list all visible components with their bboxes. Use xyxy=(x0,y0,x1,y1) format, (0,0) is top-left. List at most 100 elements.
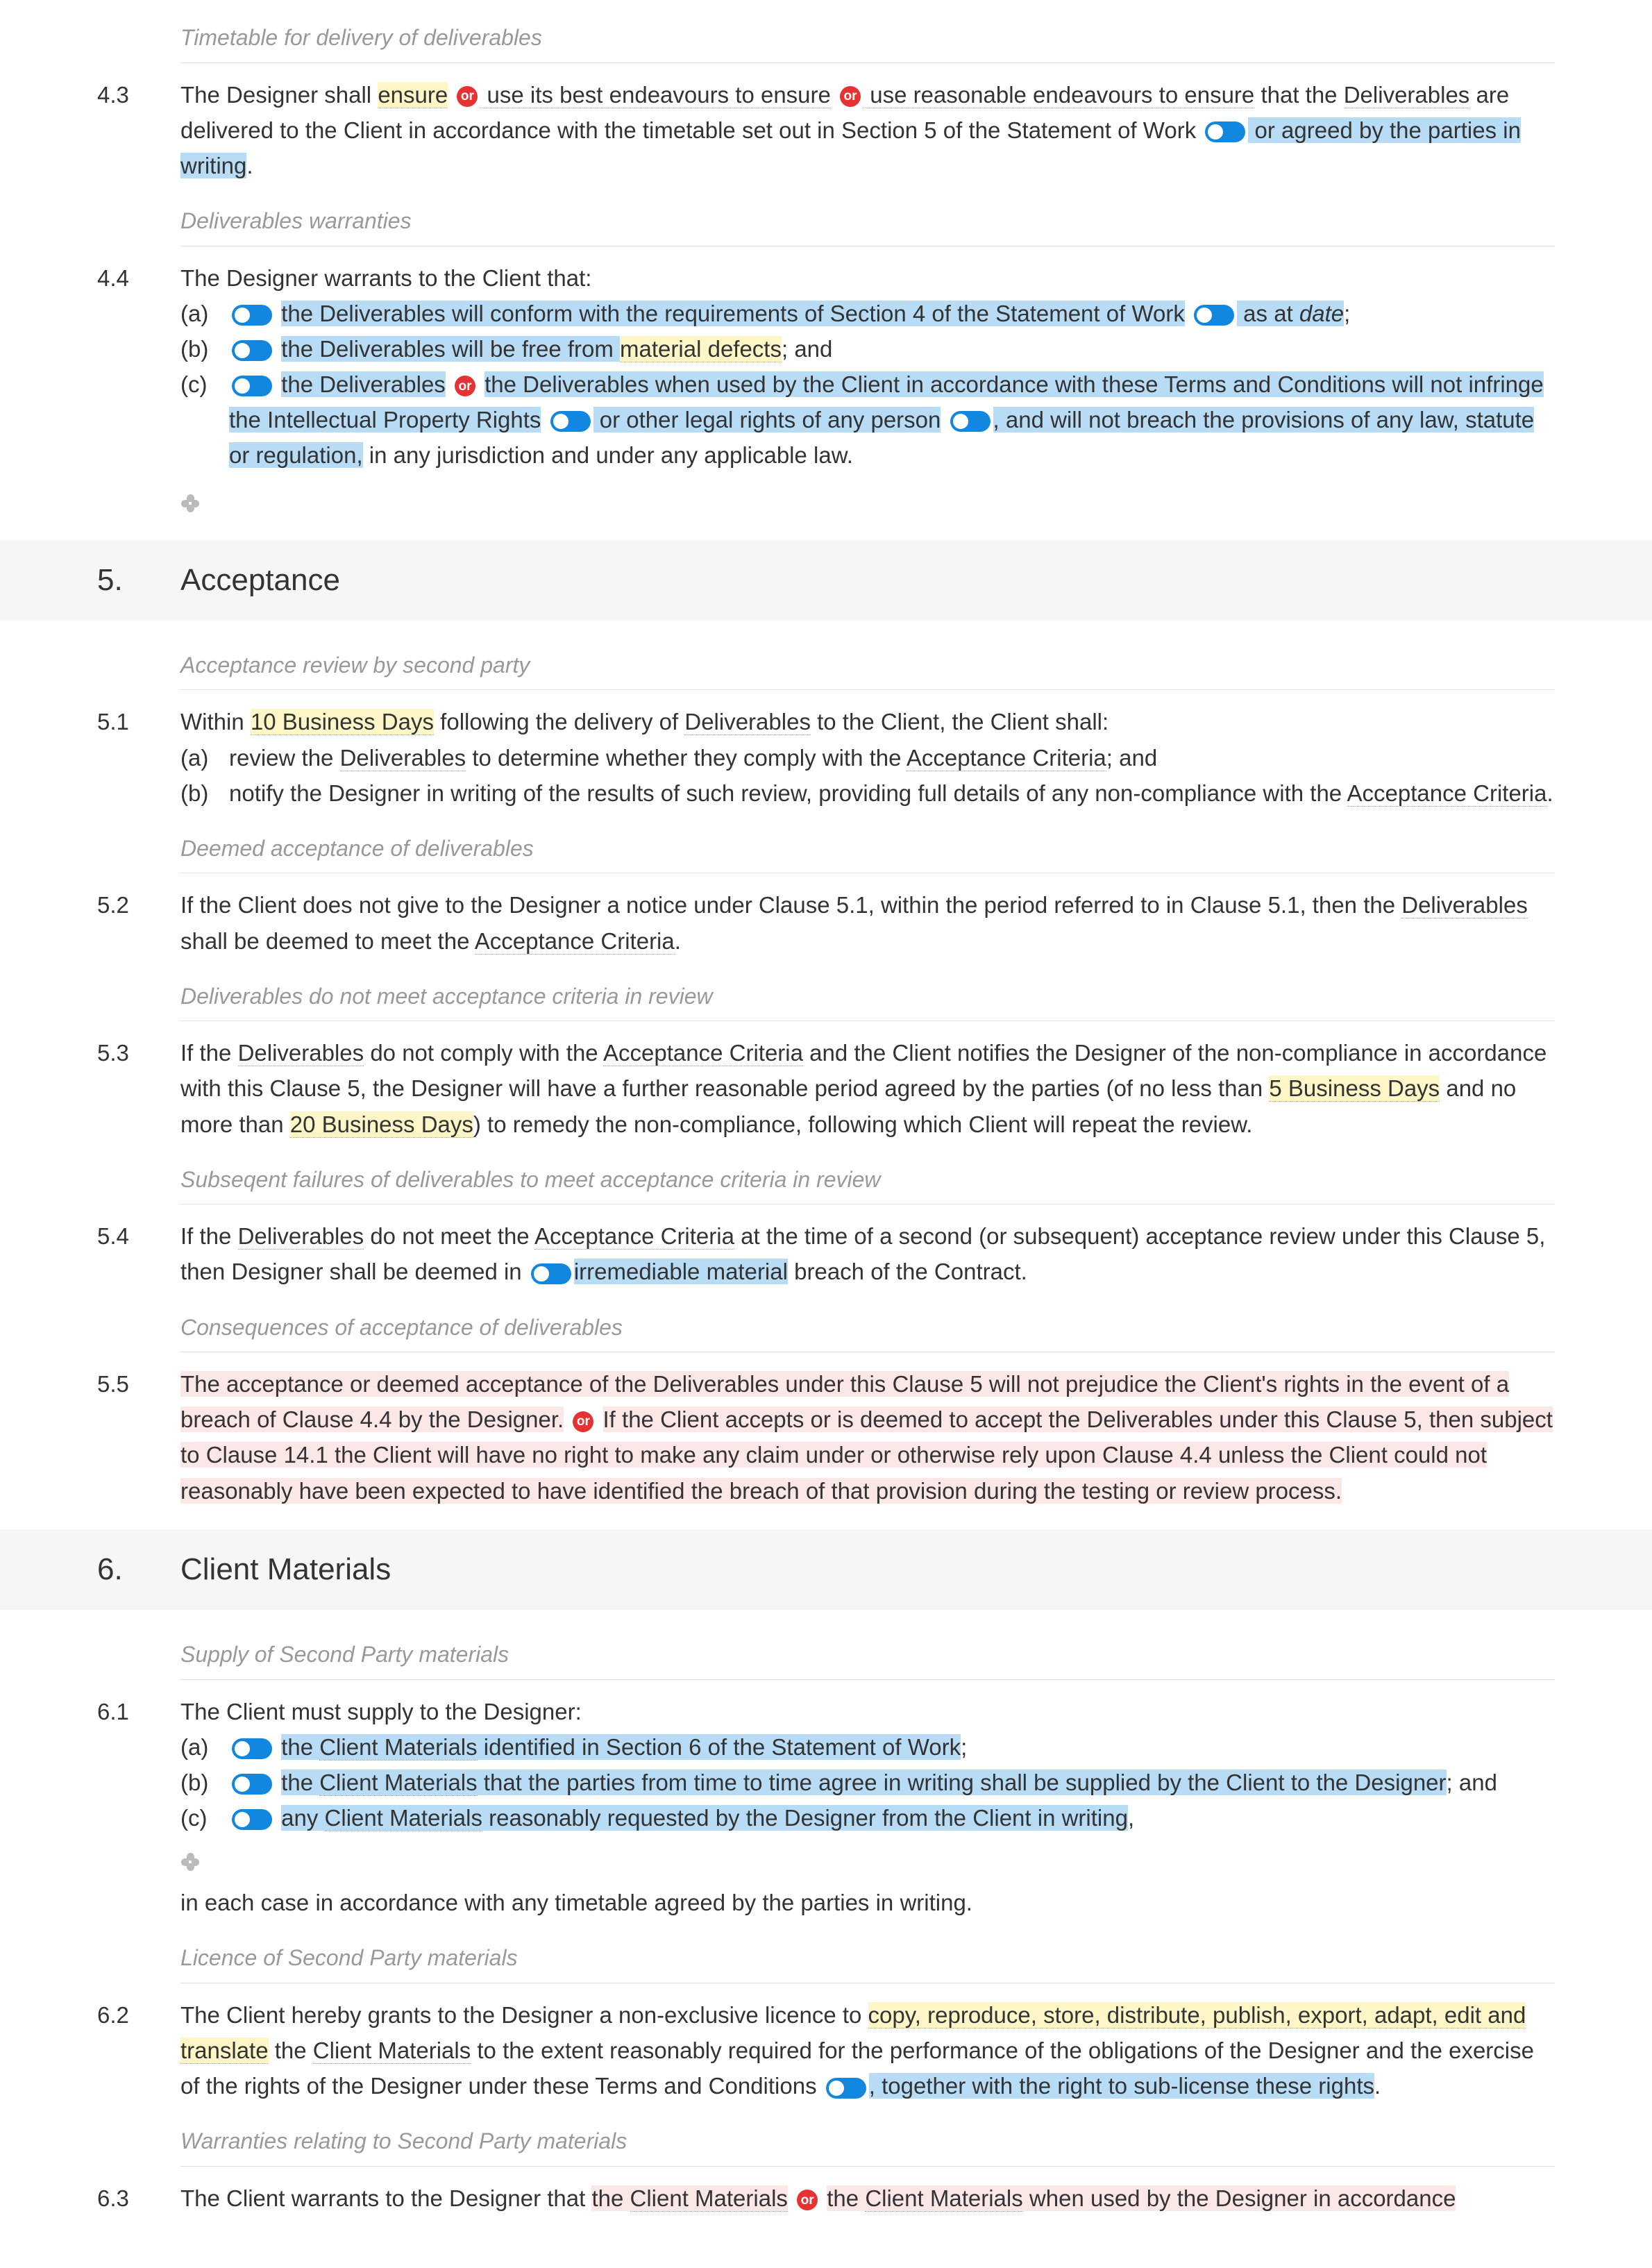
toggle-icon[interactable] xyxy=(531,1263,571,1284)
text: breach of the Contract. xyxy=(788,1259,1027,1284)
toggle-icon[interactable] xyxy=(1205,121,1245,142)
term-acceptance-criteria: Acceptance Criteria xyxy=(907,745,1106,771)
add-clause-icon[interactable] xyxy=(180,494,200,513)
toggle-icon[interactable] xyxy=(950,411,991,432)
subheading-deliverables-warranties: Deliverables warranties xyxy=(180,197,1555,246)
optional-text: the Client Materials identified in Secti… xyxy=(281,1734,961,1760)
clause-body: If the Deliverables do not comply with t… xyxy=(180,1035,1555,1141)
section-number: 5. xyxy=(97,557,180,604)
sub-item-c: (c) the Deliverables or the Deliverables… xyxy=(180,367,1555,473)
term-client-materials: Client Materials xyxy=(319,1734,477,1761)
text: If the xyxy=(180,1223,238,1249)
optional-text: , together with the right to sub-license… xyxy=(869,2073,1374,2099)
optional-text: the Deliverables xyxy=(281,371,446,397)
sub-marker: (a) xyxy=(180,296,229,331)
clause-number: 6.3 xyxy=(97,2181,180,2216)
term-deliverables: Deliverables xyxy=(340,745,466,771)
toggle-icon[interactable] xyxy=(232,1738,272,1759)
sub-body: the Client Materials identified in Secti… xyxy=(229,1729,1555,1765)
sub-item-b: (b) the Deliverables will be free from m… xyxy=(180,331,1555,367)
or-badge-icon[interactable]: or xyxy=(797,2190,818,2210)
text: following the delivery of xyxy=(434,709,684,734)
text: , xyxy=(1128,1805,1134,1831)
text: ) to remedy the non-compliance, followin… xyxy=(473,1111,1253,1137)
toggle-icon[interactable] xyxy=(232,1774,272,1795)
add-clause-icon[interactable] xyxy=(180,1852,200,1872)
text: the Deliverables when used by the Client… xyxy=(484,371,1385,397)
clause-body: The Designer shall ensure or use its bes… xyxy=(180,77,1555,183)
clause-body: If the Deliverables do not meet the Acce… xyxy=(180,1218,1555,1289)
text: ; and xyxy=(1106,745,1157,771)
term-deliverables: Deliverables xyxy=(1401,892,1528,918)
toggle-icon[interactable] xyxy=(232,340,272,361)
clause-number: 4.4 xyxy=(97,260,180,473)
text: ; xyxy=(1344,301,1350,326)
text: any xyxy=(281,1805,324,1831)
section-6-header: 6. Client Materials xyxy=(0,1529,1652,1610)
editable-field[interactable]: material defects xyxy=(620,336,782,362)
optional-text: irremediable material xyxy=(574,1259,788,1284)
editable-field[interactable]: 10 Business Days xyxy=(251,709,434,735)
clause-body: The Client must supply to the Designer: … xyxy=(180,1694,1555,1921)
clause-number: 5.3 xyxy=(97,1035,180,1141)
editable-field[interactable]: ensure xyxy=(378,82,448,108)
clause-5-3: 5.3 If the Deliverables do not comply wi… xyxy=(97,1035,1555,1141)
or-badge-icon[interactable]: or xyxy=(840,86,861,107)
sub-marker: (c) xyxy=(180,1800,229,1836)
text: do not comply with the xyxy=(364,1040,603,1066)
term-deliverables: Deliverables xyxy=(238,1223,364,1250)
placeholder-date[interactable]: date xyxy=(1299,301,1344,326)
subheading-subsequent-failures: Subseqent failures of deliverables to me… xyxy=(180,1156,1555,1205)
text: . xyxy=(1546,780,1553,806)
text: . xyxy=(246,153,253,178)
text: The Designer shall xyxy=(180,82,378,108)
clause-number: 4.3 xyxy=(97,77,180,183)
clause-body: The acceptance or deemed acceptance of t… xyxy=(180,1366,1555,1509)
clause-intro: The Client must supply to the Designer: xyxy=(180,1694,1555,1729)
clause-6-2: 6.2 The Client hereby grants to the Desi… xyxy=(97,1997,1555,2103)
text: that the xyxy=(1254,82,1343,108)
or-badge-icon[interactable]: or xyxy=(457,86,478,107)
clause-body: The Designer warrants to the Client that… xyxy=(180,260,1555,473)
term-client-materials: Client Materials xyxy=(865,2185,1022,2212)
or-badge-icon[interactable]: or xyxy=(455,376,475,396)
text: ; and xyxy=(1447,1770,1497,1795)
sub-marker: (b) xyxy=(180,331,229,367)
term-deliverables: Deliverables xyxy=(238,1040,364,1066)
text: If the Client does not give to the Desig… xyxy=(180,892,1401,918)
or-badge-icon[interactable]: or xyxy=(573,1411,593,1432)
toggle-icon[interactable] xyxy=(232,1809,272,1830)
subheading-timetable: Timetable for delivery of deliverables xyxy=(180,14,1555,63)
section-5-header: 5. Acceptance xyxy=(0,540,1652,621)
clause-number: 6.1 xyxy=(97,1694,180,1921)
sub-body: review the Deliverables to determine whe… xyxy=(229,740,1555,775)
clause-body: Within 10 Business Days following the de… xyxy=(180,704,1555,810)
sub-item-a: (a) the Client Materials identified in S… xyxy=(180,1729,1555,1765)
toggle-icon[interactable] xyxy=(550,411,591,432)
toggle-icon[interactable] xyxy=(232,376,272,396)
toggle-icon[interactable] xyxy=(1194,305,1234,326)
text: the xyxy=(827,2185,865,2211)
editable-field[interactable]: 20 Business Days xyxy=(290,1111,473,1138)
toggle-icon[interactable] xyxy=(826,2078,866,2099)
text: shall be deemed to meet the xyxy=(180,928,475,954)
term-acceptance-criteria: Acceptance Criteria xyxy=(534,1223,734,1250)
toggle-icon[interactable] xyxy=(232,305,272,326)
subheading-licence-materials: Licence of Second Party materials xyxy=(180,1934,1555,1983)
subheading-acceptance-review: Acceptance review by second party xyxy=(180,641,1555,691)
sub-body: the Deliverables or the Deliverables whe… xyxy=(229,367,1555,473)
clause-5-4: 5.4 If the Deliverables do not meet the … xyxy=(97,1218,1555,1289)
editable-field[interactable]: 5 Business Days xyxy=(1269,1075,1440,1102)
text: to determine whether they comply with th… xyxy=(466,745,907,771)
text: identified in Section 6 of the Statement… xyxy=(478,1734,961,1760)
optional-text: as at date xyxy=(1237,301,1344,326)
text: reasonably requested by the Designer fro… xyxy=(482,1805,1128,1831)
subheading-deemed-acceptance: Deemed acceptance of deliverables xyxy=(180,825,1555,874)
clause-5-1: 5.1 Within 10 Business Days following th… xyxy=(97,704,1555,810)
clause-6-1: 6.1 The Client must supply to the Design… xyxy=(97,1694,1555,1921)
optional-text: the Deliverables will be free from mater… xyxy=(281,336,782,362)
sub-marker: (b) xyxy=(180,1765,229,1800)
term-client-materials: Client Materials xyxy=(325,1805,482,1831)
sub-body: notify the Designer in writing of the re… xyxy=(229,775,1555,811)
optional-text: the Deliverables will conform with the r… xyxy=(281,301,1185,326)
